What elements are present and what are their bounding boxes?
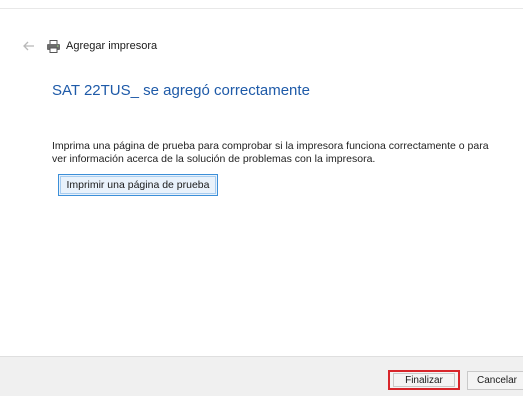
printer-icon bbox=[46, 39, 62, 53]
finish-button[interactable]: Finalizar bbox=[388, 370, 460, 390]
page-heading: SAT 22TUS_ se agregó correctamente bbox=[52, 82, 310, 99]
back-arrow-icon[interactable] bbox=[22, 39, 36, 53]
instruction-text: Imprima una página de prueba para compro… bbox=[52, 140, 489, 165]
finish-button-label: Finalizar bbox=[393, 373, 455, 387]
title-bar: Agregar impresora bbox=[22, 36, 157, 56]
cancel-button[interactable]: Cancelar bbox=[467, 371, 523, 390]
window-title: Agregar impresora bbox=[66, 40, 158, 52]
footer-bar: Finalizar Cancelar bbox=[0, 356, 523, 396]
add-printer-window: Agregar impresora SAT 22TUS_ se agregó c… bbox=[0, 0, 523, 396]
window-top-edge bbox=[0, 0, 523, 9]
print-test-page-button[interactable]: Imprimir una página de prueba bbox=[58, 174, 218, 196]
